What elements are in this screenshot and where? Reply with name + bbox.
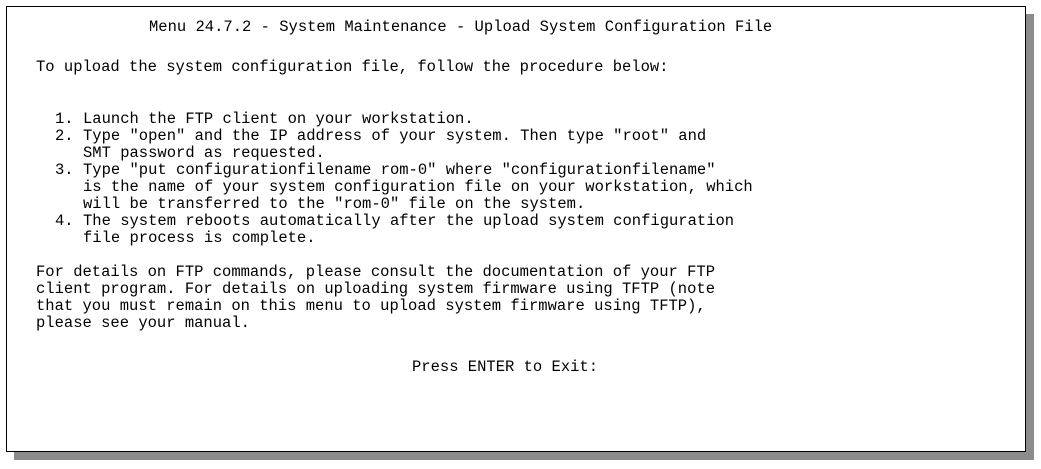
details-line: For details on FTP commands, please cons… [36,263,716,281]
terminal-screen: Menu 24.7.2 - System Maintenance - Uploa… [6,6,1026,452]
step-1-text: Launch the FTP client on your workstatio… [83,110,474,128]
menu-title: Menu 24.7.2 - System Maintenance - Uploa… [149,18,773,36]
step-4-text-continued: file process is complete. [83,229,316,247]
step-2-number: 2. [55,127,74,145]
step-2-text-continued: SMT password as requested. [83,144,325,162]
details-line: client program. For details on uploading… [36,280,716,298]
step-3-text-continued: will be transferred to the "rom-0" file … [83,195,586,213]
step-3-number: 3. [55,161,74,179]
step-1-number: 1. [55,110,74,128]
step-4-number: 4. [55,212,74,230]
details-line: that you must remain on this menu to upl… [36,297,706,315]
step-4-text: The system reboots automatically after t… [83,212,735,230]
details-line: please see your manual. [36,314,250,332]
step-3-text: Type "put configurationfilename rom-0" w… [83,161,716,179]
step-2-text: Type "open" and the IP address of your s… [83,127,707,145]
exit-prompt[interactable]: Press ENTER to Exit: [412,359,598,376]
step-3-text-continued: is the name of your system configuration… [83,178,753,196]
intro-text: To upload the system configuration file,… [36,58,669,76]
